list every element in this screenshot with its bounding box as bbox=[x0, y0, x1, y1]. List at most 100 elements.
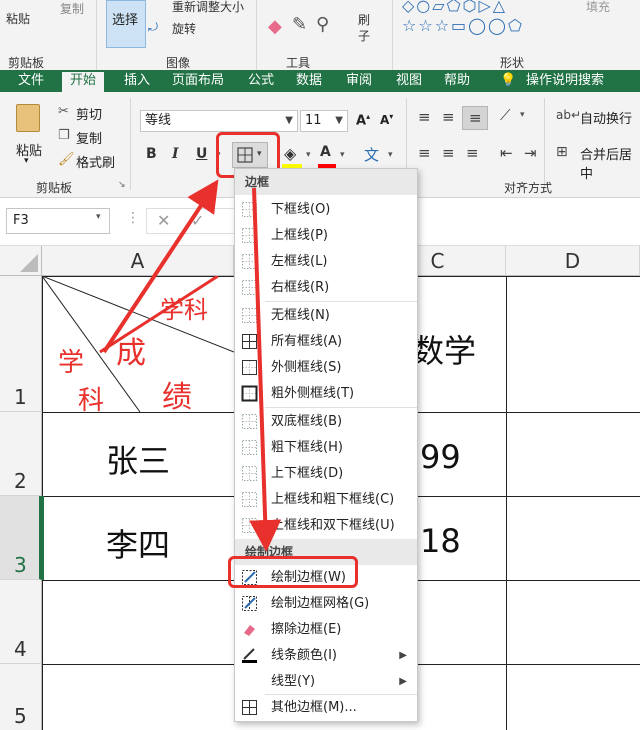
row-header-1[interactable]: 1 bbox=[0, 276, 42, 412]
tab-help[interactable]: 帮助 bbox=[444, 72, 470, 92]
orientation-icon[interactable]: ⟋ bbox=[500, 106, 511, 124]
tab-home[interactable]: 开始 bbox=[62, 72, 105, 92]
cell-a2[interactable]: 张三 bbox=[106, 436, 170, 482]
decrease-font-icon[interactable]: A▾ bbox=[380, 112, 393, 127]
border-option-item[interactable]: 粗外侧框线(T) bbox=[235, 381, 417, 406]
color-picker-icon[interactable]: ✎ bbox=[292, 14, 307, 35]
tab-data[interactable]: 数据 bbox=[296, 72, 322, 92]
underline-button[interactable]: U bbox=[196, 146, 207, 162]
wrap-text-button[interactable]: 自动换行 bbox=[580, 108, 632, 127]
draw-option-item[interactable]: 线条颜色(I) ▶ bbox=[235, 643, 417, 668]
menu-item-label: 线型(Y) bbox=[271, 674, 316, 689]
border-option-item[interactable]: 上下框线(D) bbox=[235, 461, 417, 486]
column-header-a[interactable]: A bbox=[42, 246, 234, 276]
cancel-icon[interactable]: ✕ bbox=[157, 211, 170, 230]
magnifier-icon[interactable]: ⚲ bbox=[316, 14, 329, 35]
chevron-down-icon[interactable]: ▾ bbox=[96, 212, 101, 222]
draw-option-item[interactable]: 线型(Y) ▶ bbox=[235, 669, 417, 694]
border-option-item[interactable]: 无框线(N) bbox=[235, 303, 417, 328]
font-name-combo[interactable]: 等线 ▼ bbox=[140, 110, 298, 132]
fill-label[interactable]: 填充 bbox=[586, 0, 610, 15]
align-middle-icon[interactable]: ≡ bbox=[442, 108, 455, 126]
select-all-corner[interactable] bbox=[0, 246, 42, 276]
tab-review[interactable]: 审阅 bbox=[346, 72, 372, 92]
paste-label[interactable]: 粘贴 bbox=[6, 10, 30, 27]
border-style-icon bbox=[242, 228, 257, 243]
border-option-item[interactable]: 粗下框线(H) bbox=[235, 435, 417, 460]
confirm-icon[interactable]: ✓ bbox=[191, 211, 204, 230]
chevron-down-icon[interactable]: ▾ bbox=[306, 150, 311, 160]
border-option-item[interactable]: 上框线(P) bbox=[235, 223, 417, 248]
paste-button[interactable]: 粘贴 ▾ bbox=[8, 100, 48, 170]
font-size-combo[interactable]: 11 ▼ bbox=[300, 110, 348, 132]
row-header-5[interactable]: 5 bbox=[0, 664, 42, 730]
row-header-3[interactable]: 3 bbox=[0, 496, 42, 580]
row-header-2[interactable]: 2 bbox=[0, 412, 42, 496]
align-bottom-button[interactable]: ≡ bbox=[462, 106, 488, 130]
cell-c2[interactable]: 99 bbox=[420, 438, 461, 476]
increase-font-icon[interactable]: A▴ bbox=[356, 112, 370, 128]
name-box[interactable]: F3 bbox=[6, 208, 110, 234]
cell-c3[interactable]: 18 bbox=[420, 522, 461, 560]
font-color-button[interactable]: A bbox=[320, 144, 331, 160]
border-style-icon bbox=[242, 414, 257, 429]
line-color-icon bbox=[242, 648, 257, 663]
border-option-item[interactable]: 双底框线(B) bbox=[235, 409, 417, 434]
tab-formulas[interactable]: 公式 bbox=[248, 72, 274, 92]
tab-insert[interactable]: 插入 bbox=[124, 72, 150, 92]
draw-option-item[interactable]: 擦除边框(E) bbox=[235, 617, 417, 642]
border-option-item[interactable]: 右框线(R) bbox=[235, 275, 417, 300]
border-style-icon bbox=[242, 466, 257, 481]
cut-button[interactable]: 剪切 bbox=[76, 104, 102, 123]
tab-view[interactable]: 视图 bbox=[396, 72, 422, 92]
borders-dropdown-menu: 边框 下框线(O) 上框线(P) 左框线(L) 右框线(R) 无框线(N) 所有框线(A)… bbox=[234, 168, 418, 722]
italic-button[interactable]: I bbox=[172, 146, 179, 162]
menu-section-borders: 边框 bbox=[235, 169, 417, 195]
tab-page-layout[interactable]: 页面布局 bbox=[172, 72, 224, 92]
rotate-label[interactable]: 旋转 bbox=[172, 20, 196, 37]
eraser-icon[interactable]: ◆ bbox=[268, 16, 282, 37]
lightbulb-icon: 💡 bbox=[500, 73, 517, 88]
border-option-item[interactable]: 下框线(O) bbox=[235, 197, 417, 222]
phonetic-icon[interactable]: 文 bbox=[364, 144, 379, 165]
align-left-icon[interactable]: ≡ bbox=[418, 144, 431, 162]
copy-button[interactable]: 复制 bbox=[76, 128, 102, 147]
chevron-down-icon[interactable]: ▾ bbox=[340, 150, 345, 160]
merge-center-button[interactable]: 合并后居中 bbox=[580, 144, 640, 182]
shapes-gallery[interactable]: ◇○▱⬠⬡▷△ ☆☆☆▭◯◯⬠ bbox=[402, 0, 552, 36]
cell-a3[interactable]: 李四 bbox=[106, 520, 170, 566]
border-style-icon bbox=[241, 385, 258, 402]
column-header-d[interactable]: D bbox=[506, 246, 640, 276]
increase-indent-icon[interactable]: ⇥ bbox=[524, 144, 537, 162]
format-painter-button[interactable]: 格式刷 bbox=[76, 152, 115, 171]
border-option-item[interactable]: 左框线(L) bbox=[235, 249, 417, 274]
resize-label[interactable]: 重新调整大小 bbox=[172, 0, 244, 15]
paste-label: 粘贴 bbox=[16, 144, 43, 159]
chevron-down-icon[interactable]: ▾ bbox=[388, 150, 393, 160]
align-center-icon[interactable]: ≡ bbox=[442, 144, 455, 162]
draw-option-item[interactable]: 绘制边框网格(G) bbox=[235, 591, 417, 616]
copy-label[interactable]: 复制 bbox=[60, 0, 84, 17]
draw-option-item[interactable]: 其他边框(M)... bbox=[235, 695, 417, 720]
chevron-down-icon[interactable]: ▾ bbox=[520, 110, 525, 120]
row-number: 4 bbox=[14, 637, 27, 661]
tell-me-search[interactable]: 操作说明搜索 bbox=[526, 72, 604, 92]
menu-item-label: 外侧框线(S) bbox=[271, 360, 342, 375]
border-option-item[interactable]: 上框线和双下框线(U) bbox=[235, 513, 417, 538]
tab-file[interactable]: 文件 bbox=[18, 72, 44, 92]
align-right-icon[interactable]: ≡ bbox=[466, 144, 479, 162]
select-button[interactable]: 选择 bbox=[106, 0, 146, 48]
decrease-indent-icon[interactable]: ⇤ bbox=[500, 144, 513, 162]
dialog-launcher-icon[interactable]: ↘ bbox=[118, 180, 126, 190]
fill-color-icon[interactable]: ◈ bbox=[284, 144, 296, 163]
border-option-item[interactable]: 外侧框线(S) bbox=[235, 355, 417, 380]
diagonal-label: 绩 bbox=[162, 380, 192, 415]
border-option-item[interactable]: 上框线和粗下框线(C) bbox=[235, 487, 417, 512]
cell-c1[interactable]: 数学 bbox=[412, 326, 476, 372]
border-option-item[interactable]: 所有框线(A) bbox=[235, 329, 417, 354]
row-header-4[interactable]: 4 bbox=[0, 580, 42, 664]
align-top-icon[interactable]: ≡ bbox=[418, 108, 431, 126]
bold-button[interactable]: B bbox=[146, 146, 157, 162]
clipboard-group-label-top: 剪贴板 bbox=[8, 56, 45, 70]
brush-label[interactable]: 刷子 bbox=[358, 12, 376, 44]
